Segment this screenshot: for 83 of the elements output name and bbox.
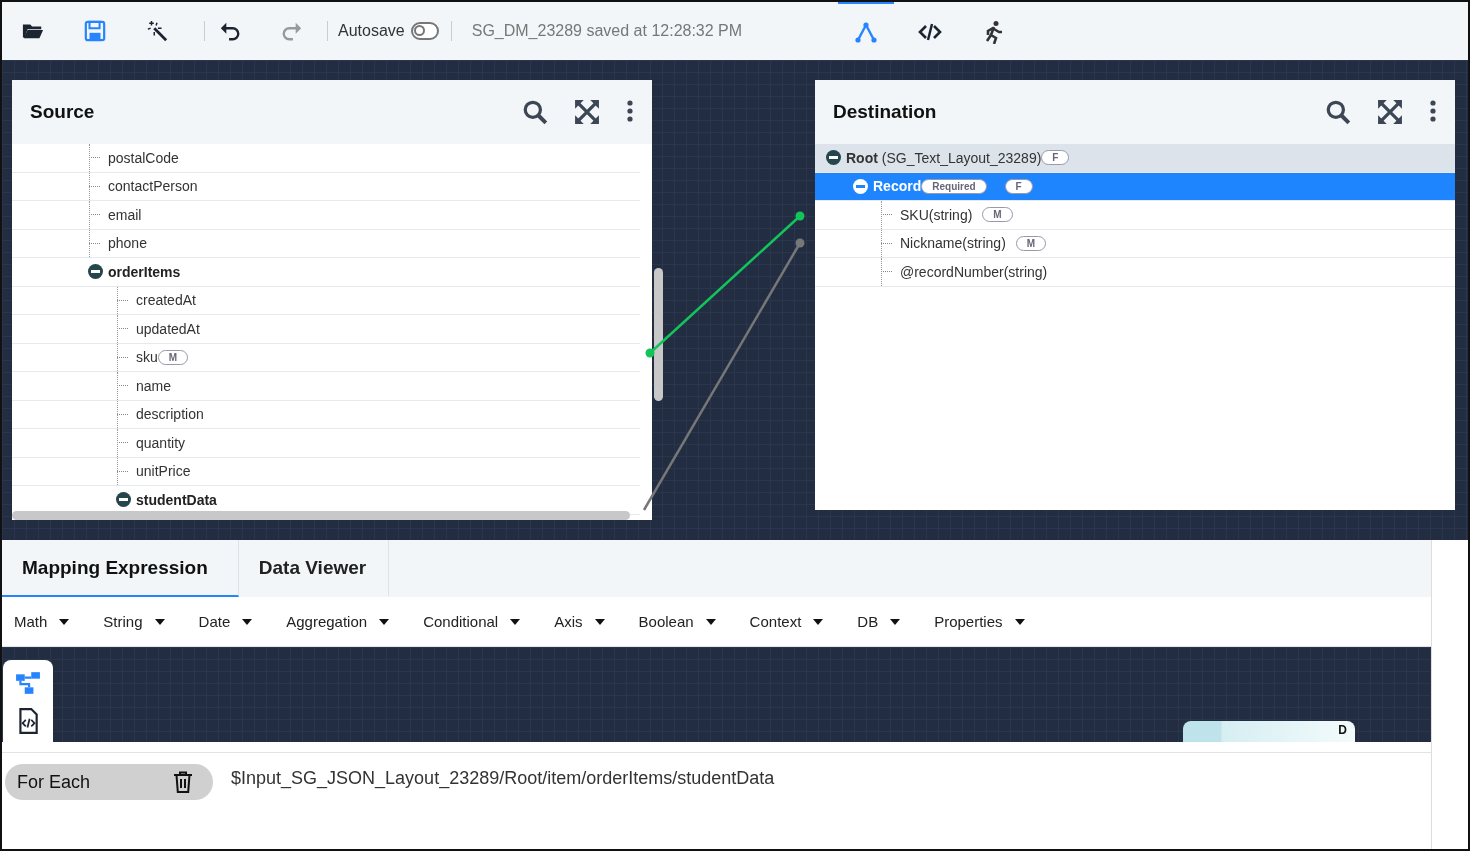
caret-icon bbox=[242, 618, 253, 625]
tree-row[interactable]: Record Required F bbox=[815, 172, 1455, 201]
tree-row[interactable]: SKU(string) M bbox=[815, 201, 1455, 230]
search-icon bbox=[1325, 99, 1351, 125]
tree-item[interactable]: phone bbox=[108, 235, 147, 252]
tree-item[interactable]: orderItems bbox=[108, 263, 181, 280]
expand-icon bbox=[1377, 99, 1403, 125]
expand-icon bbox=[574, 99, 600, 125]
tree-item[interactable]: createdAt bbox=[136, 292, 196, 309]
menu-dropdown[interactable]: DB bbox=[857, 613, 901, 630]
menu-dropdown[interactable]: Date bbox=[198, 613, 253, 630]
caret-icon bbox=[59, 618, 70, 625]
tree-item-label: Root (SG_Text_Layout_23289) bbox=[846, 149, 1042, 166]
tab[interactable]: Data Viewer bbox=[238, 540, 390, 597]
tree-row[interactable]: Nickname(string) M bbox=[815, 229, 1455, 258]
node-label: D bbox=[1338, 723, 1347, 737]
collapse-icon[interactable] bbox=[88, 264, 103, 280]
caret-icon bbox=[813, 618, 824, 625]
tree-item[interactable]: updatedAt bbox=[136, 320, 200, 337]
tree-item-label: SKU(string) bbox=[900, 206, 973, 223]
tree-item[interactable]: unitPrice bbox=[136, 463, 191, 480]
caret-icon bbox=[890, 618, 901, 625]
more-icon bbox=[1429, 99, 1437, 123]
magic-wand-icon bbox=[146, 20, 168, 42]
search-button[interactable] bbox=[522, 99, 548, 125]
tab[interactable]: Mapping Expression bbox=[2, 540, 239, 597]
expand-button[interactable] bbox=[1377, 99, 1403, 125]
tag: M bbox=[157, 349, 189, 365]
save-icon bbox=[84, 20, 106, 42]
chip-label: For Each bbox=[17, 771, 91, 793]
for-each-chip[interactable]: For Each bbox=[5, 764, 213, 800]
caret-icon bbox=[154, 618, 165, 625]
collapse-icon[interactable] bbox=[116, 492, 131, 508]
tag: F bbox=[1041, 150, 1070, 166]
menu-dropdown[interactable]: Conditional bbox=[423, 613, 521, 630]
tree-item[interactable]: postalCode bbox=[108, 149, 179, 166]
caret-icon bbox=[510, 618, 521, 625]
tree-row[interactable]: @recordNumber(string) bbox=[815, 258, 1455, 287]
caret-icon bbox=[1014, 618, 1025, 625]
mapping-icon bbox=[854, 20, 879, 44]
panel-title: Source bbox=[30, 101, 96, 123]
menu-dropdown[interactable]: Aggregation bbox=[286, 613, 390, 630]
caret-icon bbox=[705, 618, 716, 625]
collapse-icon[interactable] bbox=[826, 150, 841, 166]
tree-item[interactable]: quantity bbox=[136, 434, 186, 451]
function-node[interactable]: D bbox=[1183, 721, 1355, 742]
tree-item[interactable]: sku bbox=[136, 349, 158, 366]
expression-text: $Input_SG_JSON_Layout_23289/Root/item/orderItems/studentData bbox=[231, 768, 775, 789]
menu-dropdown[interactable]: Math bbox=[14, 613, 70, 630]
panel-title: Destination bbox=[833, 101, 938, 123]
menu-dropdown[interactable]: Properties bbox=[934, 613, 1025, 630]
tree-item-label: Record bbox=[873, 178, 922, 195]
tree-item[interactable]: studentData bbox=[136, 491, 217, 508]
caret-icon bbox=[379, 618, 390, 625]
autosave-toggle[interactable] bbox=[410, 22, 439, 40]
menu-dropdown[interactable]: Boolean bbox=[638, 613, 716, 630]
menu-dropdown[interactable]: Axis bbox=[554, 613, 605, 630]
search-button[interactable] bbox=[1325, 99, 1351, 125]
more-button[interactable] bbox=[626, 99, 634, 125]
tree-item[interactable]: contactPerson bbox=[108, 178, 198, 195]
tree-item[interactable]: name bbox=[136, 377, 172, 394]
tag: M bbox=[1015, 235, 1047, 251]
tree-item-label: @recordNumber(string) bbox=[900, 263, 1048, 280]
tree-item[interactable]: email bbox=[108, 206, 142, 223]
save-status: SG_DM_23289 saved at 12:28:32 PM bbox=[471, 22, 743, 40]
tree-item[interactable]: description bbox=[136, 406, 204, 423]
scrollbar[interactable] bbox=[12, 511, 630, 520]
hierarchy-icon bbox=[15, 670, 41, 696]
more-icon bbox=[626, 99, 634, 123]
tree-item-label: Nickname(string) bbox=[900, 235, 1006, 252]
caret-icon bbox=[594, 618, 605, 625]
trash-icon bbox=[173, 771, 193, 793]
expand-button[interactable] bbox=[574, 99, 600, 125]
scrollbar[interactable] bbox=[654, 268, 663, 401]
autosave-label: Autosave bbox=[338, 22, 405, 40]
tag: F bbox=[1004, 178, 1033, 194]
tree-row[interactable]: Root (SG_Text_Layout_23289) F bbox=[815, 144, 1455, 173]
tag: M bbox=[982, 207, 1013, 223]
search-icon bbox=[522, 99, 548, 125]
menu-dropdown[interactable]: Context bbox=[749, 613, 824, 630]
menu-dropdown[interactable]: String bbox=[103, 613, 165, 630]
tag: Required bbox=[921, 178, 987, 194]
more-button[interactable] bbox=[1429, 99, 1437, 125]
